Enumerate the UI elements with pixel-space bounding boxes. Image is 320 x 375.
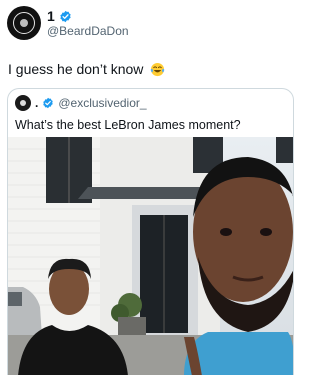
quoted-author-separator: . (35, 96, 39, 110)
quoted-author-avatar[interactable] (15, 95, 31, 111)
author-handle[interactable]: @BeardDaDon (47, 24, 129, 38)
tweet-header: 1 @BeardDaDon (0, 0, 300, 44)
author-avatar[interactable] (7, 6, 41, 40)
quoted-verified-badge-icon (43, 97, 54, 109)
quoted-tweet-text: What’s the best LeBron James moment? (15, 118, 241, 132)
quoted-tweet-video[interactable] (8, 137, 293, 375)
laughing-tears-emoji-icon (151, 62, 165, 77)
avatar-dot (20, 19, 28, 27)
tweet-text: I guess he don’t know (8, 61, 165, 77)
tweet-text-content: I guess he don’t know (8, 61, 144, 77)
quoted-tweet-card[interactable]: . @exclusivedior_ What’s the best LeBron… (7, 88, 294, 375)
quoted-tweet-header: . @exclusivedior_ (15, 95, 147, 111)
verified-badge-icon (60, 10, 71, 22)
author-display-name[interactable]: 1 (47, 8, 55, 24)
author-name-row: 1 (47, 8, 72, 24)
quoted-author-handle[interactable]: @exclusivedior_ (58, 96, 146, 110)
video-frame-image (8, 137, 293, 375)
